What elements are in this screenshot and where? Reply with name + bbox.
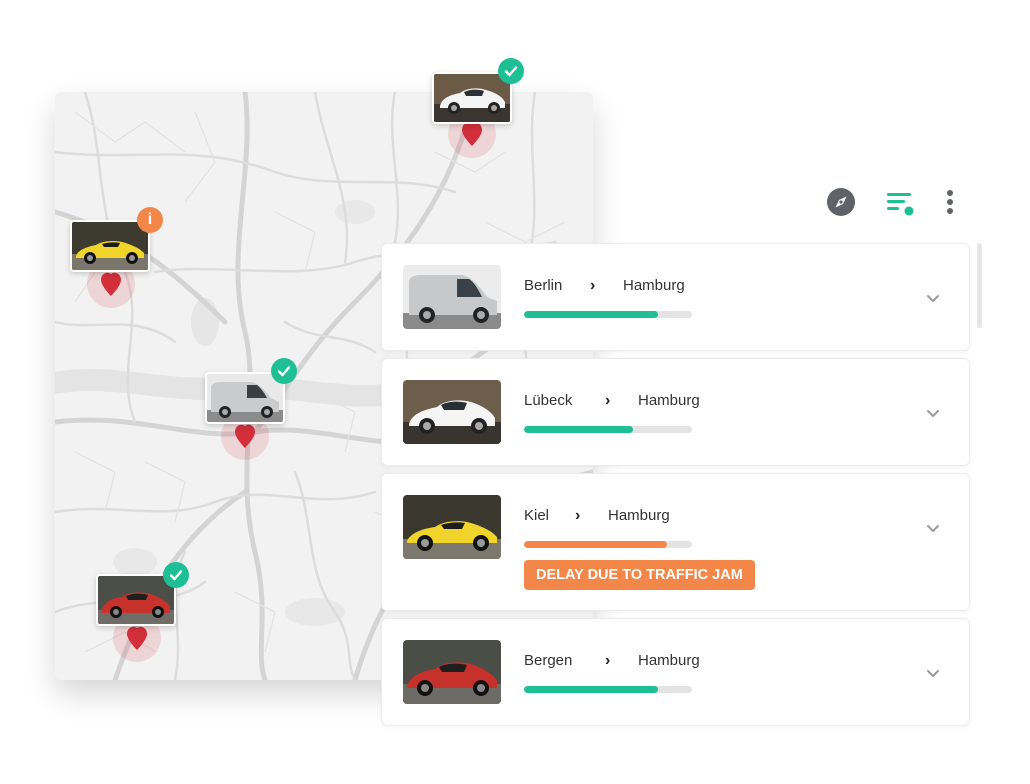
compass-icon[interactable] xyxy=(825,186,857,218)
shipment-list: Berlin › Hamburg Lübeck › Hamburg Kiel ›… xyxy=(381,243,970,733)
chevron-right-icon: › xyxy=(605,392,611,409)
chevron-down-icon[interactable] xyxy=(925,405,941,421)
progress-fill xyxy=(524,541,667,548)
chevron-down-icon[interactable] xyxy=(925,520,941,536)
car-thumbnail-white-sedan xyxy=(403,380,501,444)
chevron-down-icon[interactable] xyxy=(925,290,941,306)
progress-bar xyxy=(524,541,692,548)
car-thumbnail-red-coupe xyxy=(403,640,501,704)
route-origin: Lübeck xyxy=(524,392,573,409)
map-car-pin-grey-van[interactable] xyxy=(205,372,285,424)
car-thumbnail-grey-van xyxy=(403,265,501,329)
car-photo-grey-van xyxy=(207,374,283,422)
chevron-down-icon[interactable] xyxy=(925,665,941,681)
progress-bar xyxy=(524,686,692,693)
route-destination: Hamburg xyxy=(623,277,685,294)
progress-bar xyxy=(524,311,692,318)
route-origin: Berlin xyxy=(524,277,563,294)
shipment-card[interactable]: Bergen › Hamburg xyxy=(381,618,970,726)
info-icon: i xyxy=(137,207,163,233)
progress-fill xyxy=(524,311,659,318)
car-photo-red-coupe xyxy=(98,576,174,624)
chevron-right-icon: › xyxy=(575,507,581,524)
route-origin: Bergen xyxy=(524,652,573,669)
chevron-right-icon: › xyxy=(605,652,611,669)
check-icon xyxy=(498,58,524,84)
car-photo-yellow-sports xyxy=(72,222,148,270)
scrollbar[interactable] xyxy=(977,243,982,328)
shipment-card[interactable]: Lübeck › Hamburg xyxy=(381,358,970,466)
toolbar xyxy=(820,186,970,218)
progress-bar xyxy=(524,426,692,433)
chevron-right-icon: › xyxy=(590,277,596,294)
filter-icon[interactable] xyxy=(884,186,916,218)
more-vertical-icon[interactable] xyxy=(934,186,966,218)
check-icon xyxy=(163,562,189,588)
progress-fill xyxy=(524,686,659,693)
shipment-card[interactable]: Kiel › Hamburg DELAY DUE TO TRAFFIC JAM xyxy=(381,473,970,611)
route-destination: Hamburg xyxy=(638,652,700,669)
car-photo-white-sedan xyxy=(434,74,510,122)
map-car-pin-white-sedan[interactable] xyxy=(432,72,512,124)
shipment-card[interactable]: Berlin › Hamburg xyxy=(381,243,970,351)
map-car-pin-yellow-sports[interactable] xyxy=(70,220,150,272)
route-destination: Hamburg xyxy=(608,507,670,524)
progress-fill xyxy=(524,426,634,433)
route-origin: Kiel xyxy=(524,507,550,524)
route-destination: Hamburg xyxy=(638,392,700,409)
delay-alert-badge: DELAY DUE TO TRAFFIC JAM xyxy=(524,560,755,590)
car-thumbnail-yellow-sports xyxy=(403,495,501,559)
check-icon xyxy=(271,358,297,384)
